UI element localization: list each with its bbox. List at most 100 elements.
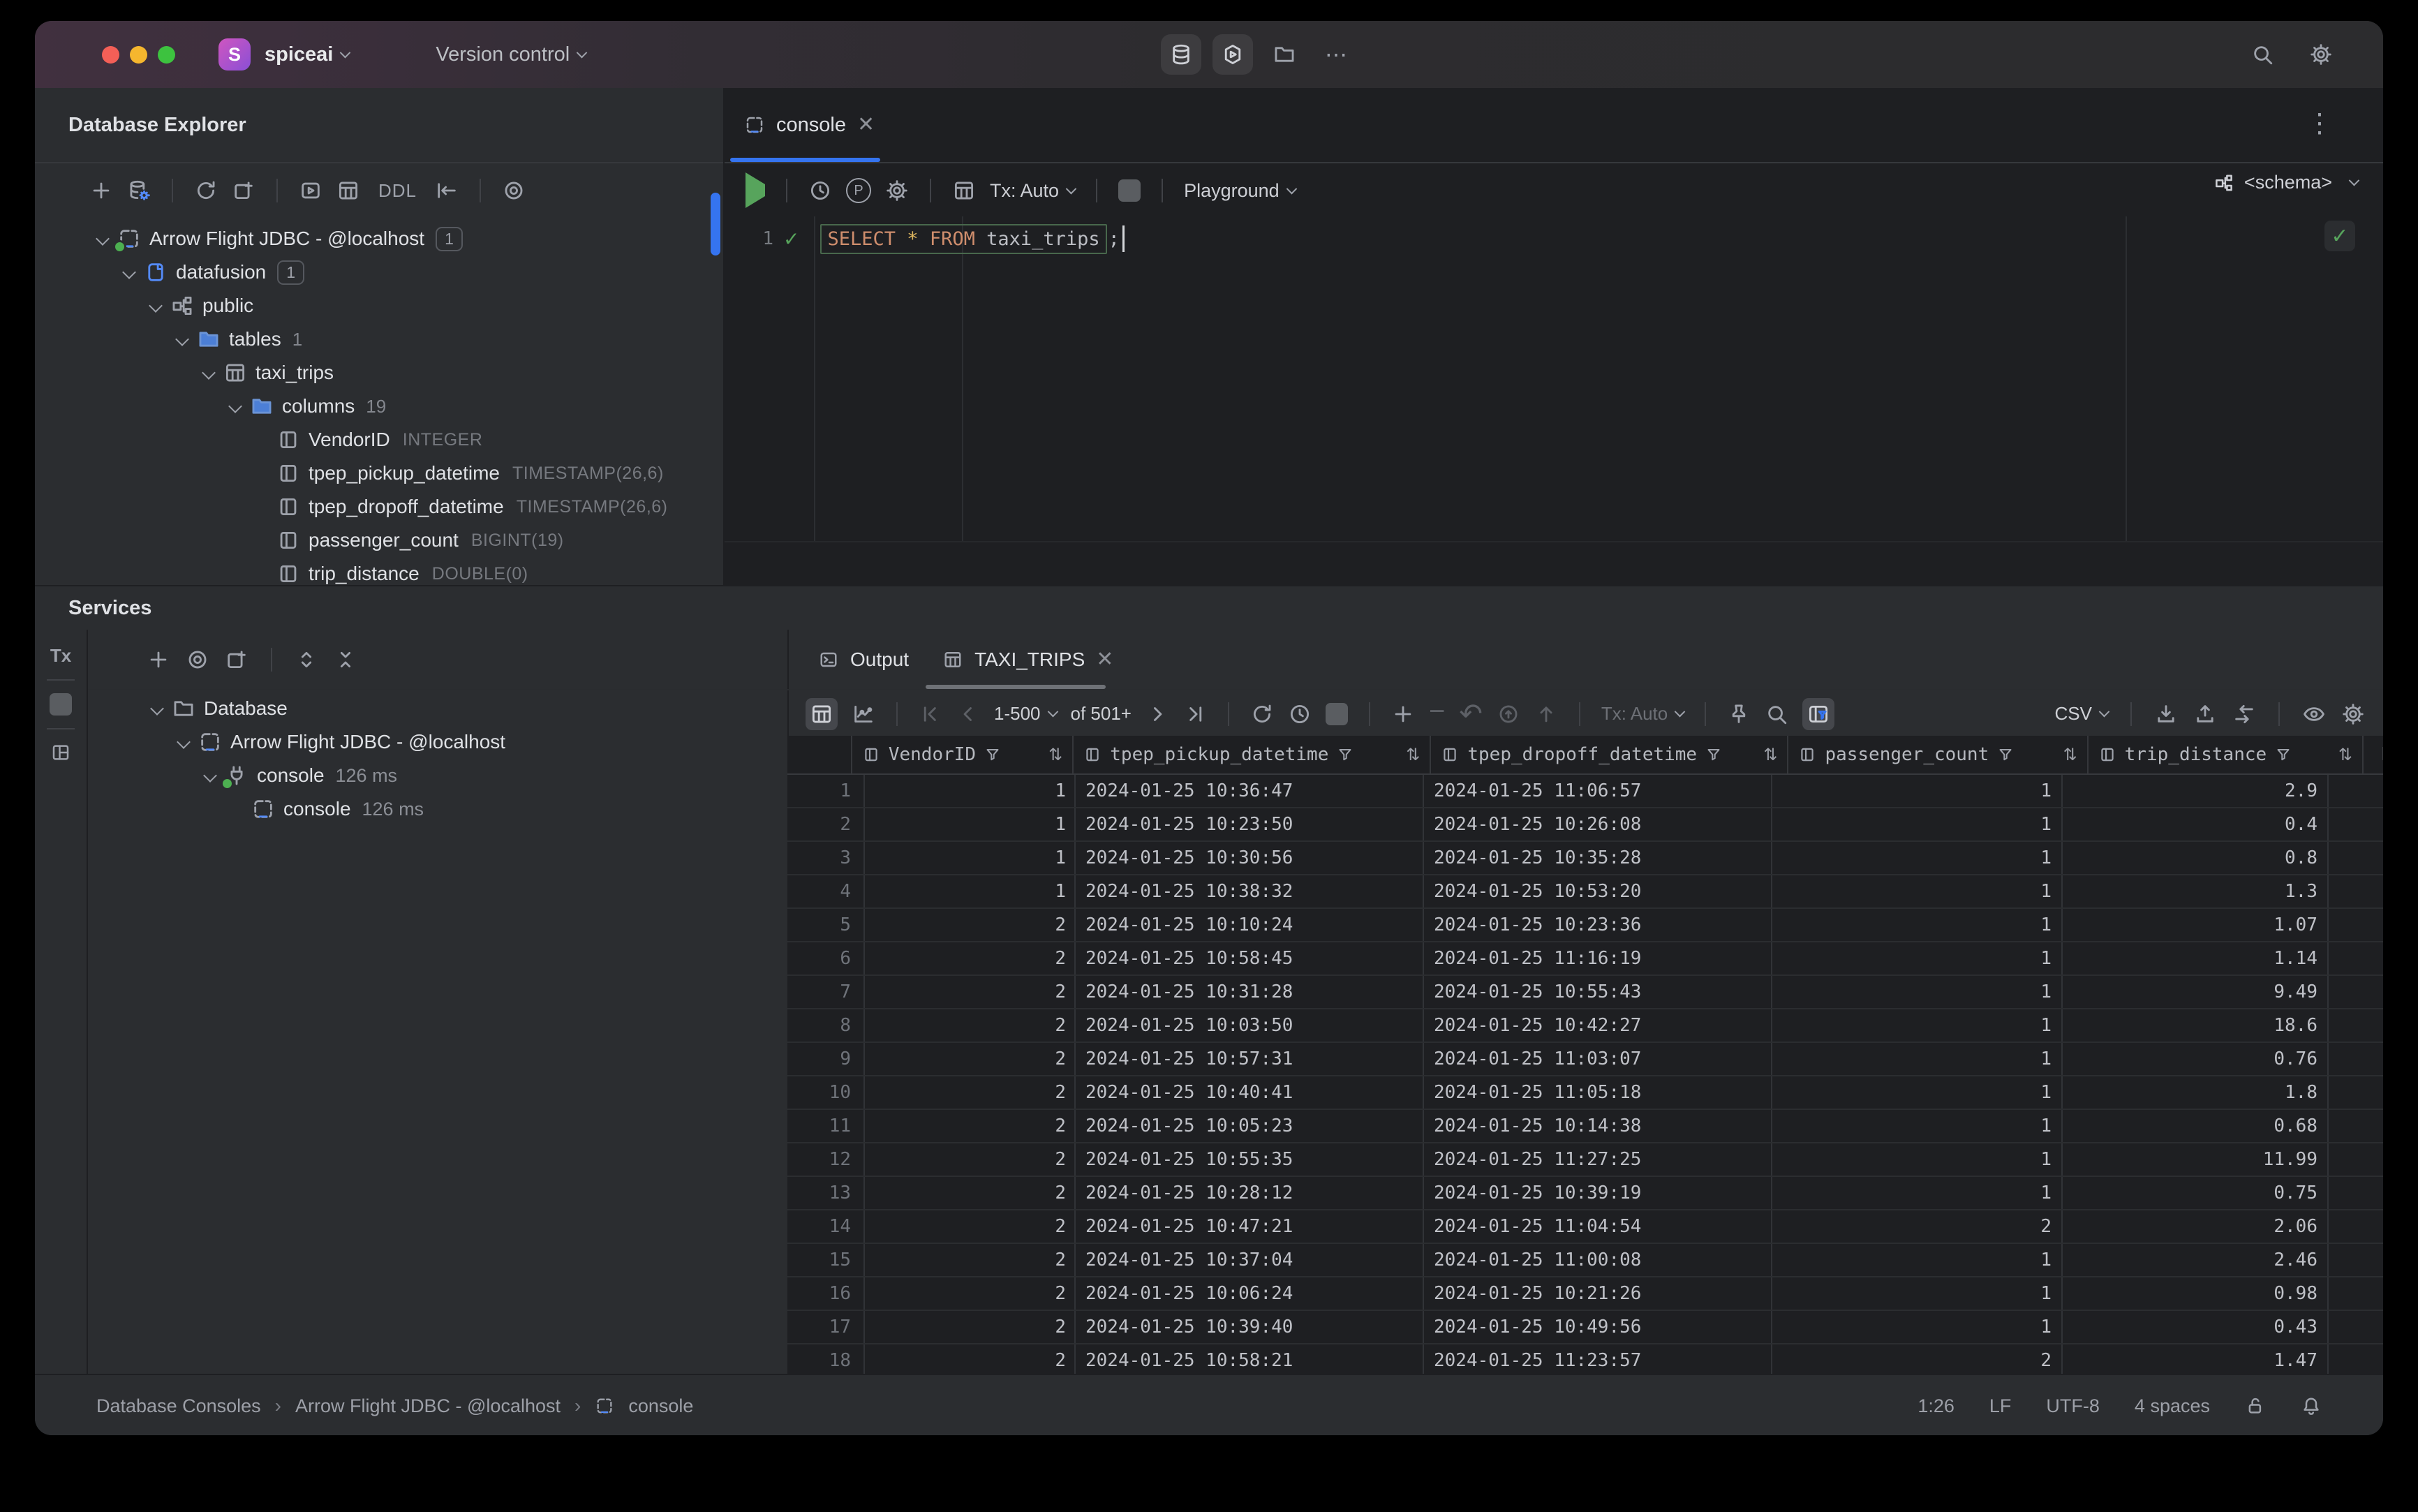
cell-vendorid[interactable]: 2 [865,1009,1076,1042]
submit-button[interactable] [1497,702,1520,726]
header-passenger[interactable]: passenger_count ⇅ [1788,736,2089,773]
open-data-button[interactable] [336,179,360,202]
pin-tab-button[interactable] [1727,702,1751,726]
cell-dropoff-datetime[interactable]: 2024-01-25 10:42:27 [1424,1009,1772,1042]
cell-vendorid[interactable]: 2 [865,1244,1076,1276]
import-export-button[interactable] [2232,702,2256,726]
row-number[interactable]: 6 [787,942,865,974]
stop-button[interactable] [50,693,72,716]
cell-dropoff-datetime[interactable]: 2024-01-25 10:14:38 [1424,1110,1772,1142]
cell-rate[interactable] [2329,808,2383,840]
cell-rate[interactable] [2329,1244,2383,1276]
indent-style[interactable]: 4 spaces [2135,1395,2210,1417]
cell-pickup-datetime[interactable]: 2024-01-25 10:30:56 [1076,842,1424,874]
cell-vendorid[interactable]: 2 [865,1210,1076,1243]
row-number[interactable]: 11 [787,1110,865,1142]
collapse-all-button[interactable] [334,648,357,672]
run-button[interactable] [1212,34,1253,75]
cell-passenger-count[interactable]: 1 [1772,1110,2063,1142]
cell-trip-distance[interactable]: 0.8 [2063,842,2329,874]
auto-refresh-button[interactable] [1288,702,1312,726]
cell-pickup-datetime[interactable]: 2024-01-25 10:23:50 [1076,808,1424,840]
more-actions-button[interactable]: ⋯ [1316,34,1356,75]
cell-vendorid[interactable]: 2 [865,1177,1076,1209]
header-pickup[interactable]: tpep_pickup_datetime ⇅ [1074,736,1432,773]
row-number[interactable]: 17 [787,1311,865,1343]
add-row-button[interactable] [1391,702,1415,726]
console-settings-button[interactable] [885,179,909,202]
history-button[interactable] [808,179,832,202]
version-control-menu[interactable]: Version control [392,43,588,66]
last-page-button[interactable] [1183,702,1207,726]
cell-passenger-count[interactable]: 1 [1772,1076,2063,1109]
file-encoding[interactable]: UTF-8 [2046,1395,2100,1417]
cell-vendorid[interactable]: 1 [865,808,1076,840]
minimize-window-button[interactable] [130,45,147,64]
cell-trip-distance[interactable]: 2.06 [2063,1210,2329,1243]
cell-pickup-datetime[interactable]: 2024-01-25 10:28:12 [1076,1177,1424,1209]
cell-passenger-count[interactable]: 1 [1772,875,2063,907]
cell-passenger-count[interactable]: 1 [1772,842,2063,874]
filter-icon[interactable] [1705,746,1722,763]
filter-icon[interactable] [1997,746,2014,763]
add-service-button[interactable] [147,648,170,672]
cell-vendorid[interactable]: 1 [865,775,1076,807]
cell-rate[interactable] [2329,1110,2383,1142]
cell-pickup-datetime[interactable]: 2024-01-25 10:06:24 [1076,1277,1424,1310]
more-vertical-icon[interactable]: ⋮ [2306,108,2334,139]
table-row[interactable]: 10 2 2024-01-25 10:40:41 2024-01-25 11:0… [787,1076,2383,1110]
sort-icon[interactable]: ⇅ [1763,745,1777,765]
cell-passenger-count[interactable]: 1 [1772,942,2063,974]
tree-item-connection[interactable]: Arrow Flight JDBC - @localhost 1 [35,222,723,255]
cell-dropoff-datetime[interactable]: 2024-01-25 11:16:19 [1424,942,1772,974]
cell-dropoff-datetime[interactable]: 2024-01-25 10:49:56 [1424,1311,1772,1343]
cell-trip-distance[interactable]: 11.99 [2063,1143,2329,1176]
table-row[interactable]: 4 1 2024-01-25 10:38:32 2024-01-25 10:53… [787,875,2383,909]
tab-console[interactable]: console ✕ [725,88,894,162]
service-item-connection[interactable]: console 126 ms [88,759,787,792]
row-number[interactable]: 14 [787,1210,865,1243]
row-number[interactable]: 3 [787,842,865,874]
download-button[interactable] [2154,702,2178,726]
zoom-window-button[interactable] [158,45,175,64]
tree-item-database[interactable]: datafusion 1 [35,255,723,289]
sort-icon[interactable]: ⇅ [2063,745,2077,765]
explain-plan-button[interactable]: P [846,178,871,203]
cell-rate[interactable] [2329,1311,2383,1343]
cell-pickup-datetime[interactable]: 2024-01-25 10:36:47 [1076,775,1424,807]
profile-select[interactable]: Playground [1184,180,1297,202]
cell-pickup-datetime[interactable]: 2024-01-25 10:38:32 [1076,875,1424,907]
sort-icon[interactable]: ⇅ [2338,745,2352,765]
header-rate[interactable]: Rate [2364,736,2383,773]
chevron-expanded-icon[interactable] [228,399,242,413]
cell-pickup-datetime[interactable]: 2024-01-25 10:31:28 [1076,976,1424,1008]
cell-passenger-count[interactable]: 1 [1772,1143,2063,1176]
layout-button[interactable] [50,742,71,763]
cell-rate[interactable] [2329,1177,2383,1209]
cell-dropoff-datetime[interactable]: 2024-01-25 10:21:26 [1424,1277,1772,1310]
table-row[interactable]: 17 2 2024-01-25 10:39:40 2024-01-25 10:4… [787,1311,2383,1344]
cell-rate[interactable] [2329,1043,2383,1075]
cell-dropoff-datetime[interactable]: 2024-01-25 10:55:43 [1424,976,1772,1008]
cell-dropoff-datetime[interactable]: 2024-01-25 11:27:25 [1424,1143,1772,1176]
cell-vendorid[interactable]: 2 [865,1110,1076,1142]
service-item-datasource[interactable]: Arrow Flight JDBC - @localhost [88,725,787,759]
tx-mode-select[interactable]: Tx: Auto [1601,703,1686,725]
inspection-status-check-icon[interactable]: ✓ [2324,221,2355,251]
sort-icon[interactable]: ⇅ [1406,745,1420,765]
chevron-expanded-icon[interactable] [175,332,189,346]
chevron-expanded-icon[interactable] [203,769,217,783]
delete-row-button[interactable]: − [1429,697,1445,725]
refresh-button[interactable] [194,179,218,202]
ddl-button[interactable]: DDL [374,180,421,202]
sort-icon[interactable]: ⇅ [1048,745,1062,765]
breadcrumb-item[interactable]: Database Consoles [96,1395,261,1417]
close-window-button[interactable] [102,45,119,64]
chevron-expanded-icon[interactable] [149,299,163,313]
table-row[interactable]: 6 2 2024-01-25 10:58:45 2024-01-25 11:16… [787,942,2383,976]
cell-passenger-count[interactable]: 1 [1772,808,2063,840]
cell-rate[interactable] [2329,1009,2383,1042]
cell-trip-distance[interactable]: 18.6 [2063,1009,2329,1042]
header-distance[interactable]: trip_distance ⇅ [2089,736,2364,773]
caret-position[interactable]: 1:26 [1918,1395,1955,1417]
